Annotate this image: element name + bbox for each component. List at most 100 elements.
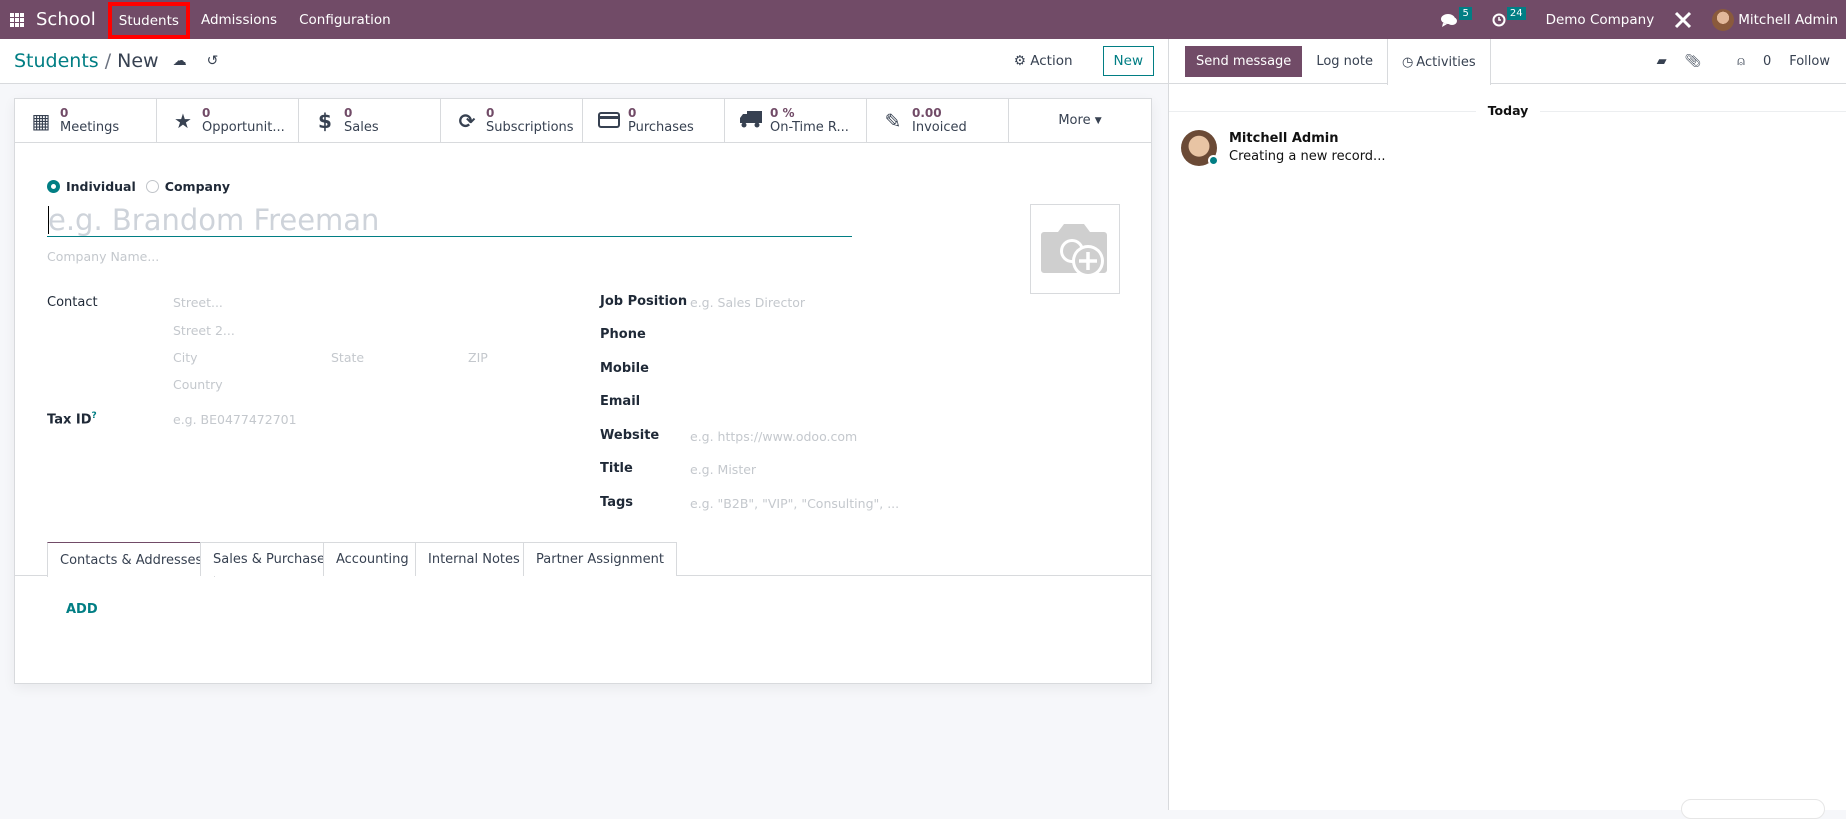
phone-label: Phone: [600, 327, 646, 342]
mobile-label: Mobile: [600, 361, 649, 376]
message-author[interactable]: Mitchell Admin: [1229, 131, 1385, 146]
country-select[interactable]: Country: [173, 377, 223, 392]
messaging-menu[interactable]: 5: [1441, 7, 1472, 27]
date-separator: Today: [1169, 103, 1846, 118]
send-message-button[interactable]: Send message: [1185, 45, 1303, 77]
stat-purchases[interactable]: 0 Purchases: [583, 99, 725, 142]
user-menu[interactable]: Mitchell Admin: [1712, 8, 1838, 31]
form-sheet: ▦ 0 Meetings ★ 0 Opportunit... $ 0 Sales ⟳ …: [14, 98, 1152, 684]
calendar-icon: ▦: [31, 108, 51, 133]
discard-undo-icon[interactable]: ↺: [207, 53, 219, 69]
stat-opportunities[interactable]: ★ 0 Opportunit...: [157, 99, 299, 142]
company-name-input[interactable]: Company Name...: [47, 249, 159, 264]
author-avatar[interactable]: [1181, 130, 1219, 166]
user-avatar: [1712, 8, 1735, 31]
phone-input[interactable]: [690, 323, 1090, 343]
truck-icon: [739, 109, 763, 133]
credit-card-icon: [597, 109, 621, 133]
street-input[interactable]: Street...: [173, 295, 223, 310]
more-button[interactable]: More ▼: [1009, 99, 1151, 142]
refresh-icon: ⟳: [458, 108, 476, 133]
debug-tools[interactable]: [1674, 11, 1692, 29]
radio-individual-label[interactable]: Individual: [66, 179, 136, 194]
chat-window-pill[interactable]: [1681, 799, 1825, 819]
stat-meetings[interactable]: ▦ 0 Meetings: [15, 99, 157, 142]
form-view: Students / New ☁ ↺ ⚙ Action New ▦ 0 Meeti…: [0, 39, 1168, 810]
action-button[interactable]: ⚙ Action: [1004, 47, 1083, 75]
website-label: Website: [600, 428, 660, 443]
company-switcher[interactable]: Demo Company: [1546, 12, 1655, 28]
title-select[interactable]: e.g. Mister: [690, 462, 756, 477]
clock-icon: [1492, 13, 1506, 26]
book-icon[interactable]: ▰: [1657, 54, 1667, 69]
text-cursor: [48, 206, 49, 234]
website-input[interactable]: e.g. https://www.odoo.com: [690, 429, 857, 444]
new-button[interactable]: New: [1102, 46, 1154, 76]
chatter-topbar: Send message Log note ◷ Activities ▰ 📎︎ ⍝…: [1169, 39, 1846, 85]
paperclip-icon[interactable]: 📎︎: [1685, 54, 1702, 69]
state-select[interactable]: State: [331, 350, 364, 365]
message-body: Creating a new record...: [1229, 149, 1386, 164]
image-upload[interactable]: [1030, 204, 1120, 294]
help-tooltip-icon[interactable]: ?: [92, 411, 97, 421]
mobile-input[interactable]: [690, 357, 1090, 377]
tools-icon: [1675, 11, 1692, 28]
tab-accounting[interactable]: Accounting: [323, 542, 422, 576]
chatter-message: Mitchell Admin Creating a new record...: [1181, 130, 1385, 166]
followers-button[interactable]: ⍝ 0: [1719, 54, 1771, 69]
online-status-icon: [1208, 155, 1219, 166]
notebook-tabs: Contacts & Addresses Sales & Purchase Ac…: [15, 542, 1151, 577]
contact-label: Contact: [47, 295, 98, 310]
name-input[interactable]: e.g. Brandom Freeman: [47, 203, 852, 237]
radio-company[interactable]: [145, 180, 159, 193]
user-name: Mitchell Admin: [1738, 11, 1838, 28]
control-panel: Students / New ☁ ↺ ⚙ Action New: [0, 39, 1168, 84]
zip-input[interactable]: ZIP: [468, 350, 488, 365]
tab-sales-purchase[interactable]: Sales & Purchase: [200, 542, 339, 576]
smart-buttons: ▦ 0 Meetings ★ 0 Opportunit... $ 0 Sales ⟳ …: [15, 99, 1151, 143]
job-position-label: Job Position: [600, 294, 688, 309]
taxid-input[interactable]: e.g. BE0477472701: [173, 412, 297, 427]
menu-students[interactable]: Students: [107, 2, 190, 39]
stat-invoiced[interactable]: ✎ 0.00 Invoiced: [867, 99, 1009, 142]
stat-on-time-rate[interactable]: 0 % On-Time R...: [725, 99, 867, 142]
stat-subscriptions[interactable]: ⟳ 0 Subscriptions: [441, 99, 583, 142]
breadcrumb-root[interactable]: Students: [14, 50, 99, 72]
tags-label: Tags: [600, 495, 634, 510]
tab-contacts-addresses[interactable]: Contacts & Addresses: [47, 542, 216, 577]
street2-input[interactable]: Street 2...: [173, 323, 235, 338]
add-contact-link[interactable]: ADD: [66, 602, 98, 617]
tab-partner-assignment[interactable]: Partner Assignment: [523, 542, 677, 576]
activities-button[interactable]: ◷ Activities: [1386, 39, 1491, 85]
job-position-input[interactable]: e.g. Sales Director: [690, 295, 805, 310]
log-note-button[interactable]: Log note: [1302, 39, 1387, 84]
radio-individual[interactable]: [47, 180, 60, 193]
menu-configuration[interactable]: Configuration: [288, 0, 402, 39]
chat-bubbles-icon: [1441, 13, 1458, 27]
dollar-icon: $: [318, 108, 332, 133]
email-label: Email: [600, 394, 641, 409]
gear-icon: ⚙: [1013, 53, 1026, 69]
title-label: Title: [600, 461, 633, 476]
apps-menu-button[interactable]: [0, 0, 34, 39]
company-type-radio: Individual Company: [47, 179, 230, 194]
city-input[interactable]: City: [173, 350, 198, 365]
email-input[interactable]: [690, 390, 1090, 410]
caret-down-icon: ▼: [1094, 115, 1102, 126]
activity-menu[interactable]: 24: [1492, 7, 1526, 27]
tab-internal-notes[interactable]: Internal Notes: [415, 542, 533, 576]
edit-icon: ✎: [884, 108, 902, 133]
save-cloud-icon[interactable]: ☁: [173, 53, 187, 69]
radio-company-label[interactable]: Company: [165, 179, 230, 194]
tags-input[interactable]: e.g. "B2B", "VIP", "Consulting", ...: [690, 496, 899, 511]
follow-button[interactable]: Follow: [1789, 54, 1830, 69]
breadcrumb-separator: /: [104, 50, 112, 72]
stat-sales[interactable]: $ 0 Sales: [299, 99, 441, 142]
star-icon: ★: [174, 108, 192, 133]
menu-admissions[interactable]: Admissions: [190, 0, 288, 39]
activities-badge: 24: [1506, 7, 1526, 20]
taxid-label: Tax ID?: [47, 411, 97, 428]
breadcrumb-current: New: [117, 50, 159, 72]
app-brand[interactable]: School: [36, 9, 96, 30]
chatter: Send message Log note ◷ Activities ▰ 📎︎ ⍝…: [1168, 39, 1846, 819]
